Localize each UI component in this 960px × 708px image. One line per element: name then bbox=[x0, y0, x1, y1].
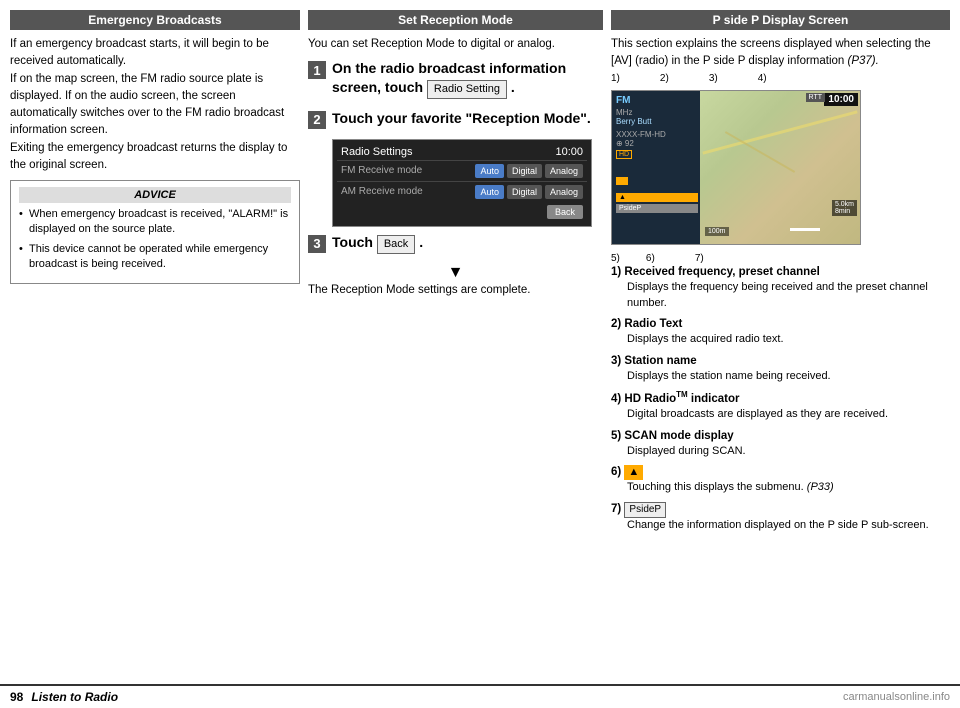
rs-fm-digital[interactable]: Digital bbox=[507, 164, 542, 178]
label-7: 7) bbox=[695, 253, 704, 264]
item-7: 7) PsideP Change the information display… bbox=[611, 501, 950, 533]
rp-freq: FM bbox=[616, 95, 698, 106]
middle-column: Set Reception Mode You can set Reception… bbox=[308, 10, 603, 670]
item-4-title: 4) HD RadioTM indicator bbox=[611, 393, 740, 405]
advice-item-1: When emergency broadcast is received, "A… bbox=[19, 207, 291, 238]
pside-label: PsideP bbox=[624, 502, 666, 518]
page-footer: 98 Listen to Radio carmanualsonline.info bbox=[0, 684, 960, 708]
back-button[interactable]: Back bbox=[377, 235, 415, 254]
rs-row-fm: FM Receive mode Auto Digital Analog bbox=[337, 160, 587, 181]
radio-setting-button[interactable]: Radio Setting bbox=[427, 80, 507, 99]
right-column: P side P Display Screen This section exp… bbox=[611, 10, 950, 670]
item-2-title: 2) Radio Text bbox=[611, 318, 682, 330]
label-1: 1) bbox=[611, 73, 620, 84]
pside-header: P side P Display Screen bbox=[611, 10, 950, 30]
item-6-title: 6) ▲ bbox=[611, 466, 643, 478]
pside-intro: This section explains the screens displa… bbox=[611, 36, 950, 69]
rs-fm-auto[interactable]: Auto bbox=[475, 164, 504, 178]
item-1: 1) Received frequency, preset channel Di… bbox=[611, 264, 950, 311]
dist-badge: 5.0km8min bbox=[832, 200, 857, 216]
advice-header: ADVICE bbox=[19, 187, 291, 203]
rp-preset: ⊕ 92 bbox=[616, 139, 698, 148]
item-7-title: 7) PsideP bbox=[611, 503, 666, 515]
item-3: 3) Station name Displays the station nam… bbox=[611, 353, 950, 384]
rs-title: Radio Settings bbox=[341, 146, 413, 158]
page: Emergency Broadcasts If an emergency bro… bbox=[0, 0, 960, 708]
item-4-desc: Digital broadcasts are displayed as they… bbox=[627, 407, 950, 422]
scan-icon bbox=[616, 177, 628, 185]
rs-footer: Back bbox=[337, 202, 587, 222]
left-column: Emergency Broadcasts If an emergency bro… bbox=[10, 10, 300, 670]
rtt-badge: RTT bbox=[806, 93, 825, 102]
item-1-desc: Displays the frequency being received an… bbox=[627, 280, 950, 311]
label-2: 2) bbox=[660, 73, 669, 84]
rs-back-btn[interactable]: Back bbox=[547, 205, 583, 219]
map-area: 10:00 RTT 5.0km8min 100m bbox=[700, 91, 860, 245]
item-5-title: 5) SCAN mode display bbox=[611, 430, 734, 442]
page-number: 98 bbox=[10, 690, 23, 704]
item-3-title: 3) Station name bbox=[611, 355, 697, 367]
label-4: 4) bbox=[758, 73, 767, 84]
emergency-header: Emergency Broadcasts bbox=[10, 10, 300, 30]
item-5-desc: Displayed during SCAN. bbox=[627, 444, 950, 459]
arrow-down: ▼ bbox=[308, 264, 603, 282]
item-2: 2) Radio Text Displays the acquired radi… bbox=[611, 316, 950, 347]
step-3: 3 Touch Back . bbox=[308, 233, 603, 254]
item-2-desc: Displays the acquired radio text. bbox=[627, 332, 950, 347]
rs-fm-label: FM Receive mode bbox=[341, 165, 475, 176]
label-6: 6) bbox=[646, 253, 655, 264]
step-2-text: Touch your favorite "Reception Mode". bbox=[332, 109, 591, 128]
reception-complete: The Reception Mode settings are complete… bbox=[308, 284, 603, 296]
reception-header: Set Reception Mode bbox=[308, 10, 603, 30]
label-3: 3) bbox=[709, 73, 718, 84]
step-1: 1 On the radio broadcast information scr… bbox=[308, 59, 603, 99]
radio-settings-screenshot: Radio Settings 10:00 FM Receive mode Aut… bbox=[332, 139, 592, 227]
time-display: 10:00 bbox=[824, 93, 858, 106]
rs-header: Radio Settings 10:00 bbox=[337, 144, 587, 160]
rs-fm-buttons: Auto Digital Analog bbox=[475, 164, 583, 178]
rs-time: 10:00 bbox=[555, 146, 583, 158]
step-1-num: 1 bbox=[308, 61, 326, 79]
label-5: 5) bbox=[611, 253, 620, 264]
item-7-desc: Change the information displayed on the … bbox=[627, 518, 950, 533]
item-3-desc: Displays the station name being received… bbox=[627, 369, 950, 384]
dist2-badge: 100m bbox=[705, 227, 729, 236]
advice-list: When emergency broadcast is received, "A… bbox=[19, 207, 291, 273]
footer-title: Listen to Radio bbox=[31, 690, 118, 704]
pside-intro-text: This section explains the screens displa… bbox=[611, 36, 950, 69]
reception-intro: You can set Reception Mode to digital or… bbox=[308, 36, 603, 53]
step-3-text: Touch Back . bbox=[332, 233, 423, 254]
item-1-title: 1) Received frequency, preset channel bbox=[611, 266, 820, 278]
watermark: carmanualsonline.info bbox=[843, 691, 950, 703]
submenu-btn[interactable]: ▲ bbox=[616, 193, 698, 202]
numbered-list: 1) Received frequency, preset channel Di… bbox=[611, 264, 950, 533]
rs-am-buttons: Auto Digital Analog bbox=[475, 185, 583, 199]
emergency-body: If an emergency broadcast starts, it wil… bbox=[10, 36, 300, 174]
step-2-num: 2 bbox=[308, 111, 326, 129]
item-6-desc: Touching this displays the submenu. (P33… bbox=[627, 480, 950, 495]
step-1-text: On the radio broadcast information scree… bbox=[332, 59, 603, 99]
pside-inner: FM MHz Berry Butt XXXX-FM-HD ⊕ 92 HD ▲ bbox=[612, 91, 860, 244]
rp-hd-badge: HD bbox=[616, 150, 632, 159]
rs-am-auto[interactable]: Auto bbox=[475, 185, 504, 199]
step-2: 2 Touch your favorite "Reception Mode". bbox=[308, 109, 603, 129]
rs-am-label: AM Receive mode bbox=[341, 186, 475, 197]
step-3-num: 3 bbox=[308, 235, 326, 253]
label-bottom-row: 5) 6) 7) bbox=[611, 253, 950, 264]
rs-am-analog[interactable]: Analog bbox=[545, 185, 583, 199]
item-6: 6) ▲ Touching this displays the submenu.… bbox=[611, 464, 950, 496]
radio-panel: FM MHz Berry Butt XXXX-FM-HD ⊕ 92 HD ▲ bbox=[612, 91, 702, 245]
pside-screenshot: FM MHz Berry Butt XXXX-FM-HD ⊕ 92 HD ▲ bbox=[611, 90, 861, 245]
rp-band: MHz bbox=[616, 108, 698, 117]
label-top-row: 1) 2) 3) 4) bbox=[611, 73, 950, 84]
pside-btn[interactable]: PsideP bbox=[616, 204, 698, 213]
rp-xxxx: XXXX-FM-HD bbox=[616, 130, 698, 139]
item-4: 4) HD RadioTM indicator Digital broadcas… bbox=[611, 389, 950, 422]
advice-item-2: This device cannot be operated while eme… bbox=[19, 242, 291, 273]
rs-fm-analog[interactable]: Analog bbox=[545, 164, 583, 178]
rs-row-am: AM Receive mode Auto Digital Analog bbox=[337, 181, 587, 202]
item-5: 5) SCAN mode display Displayed during SC… bbox=[611, 428, 950, 459]
advice-box: ADVICE When emergency broadcast is recei… bbox=[10, 180, 300, 284]
rs-am-digital[interactable]: Digital bbox=[507, 185, 542, 199]
